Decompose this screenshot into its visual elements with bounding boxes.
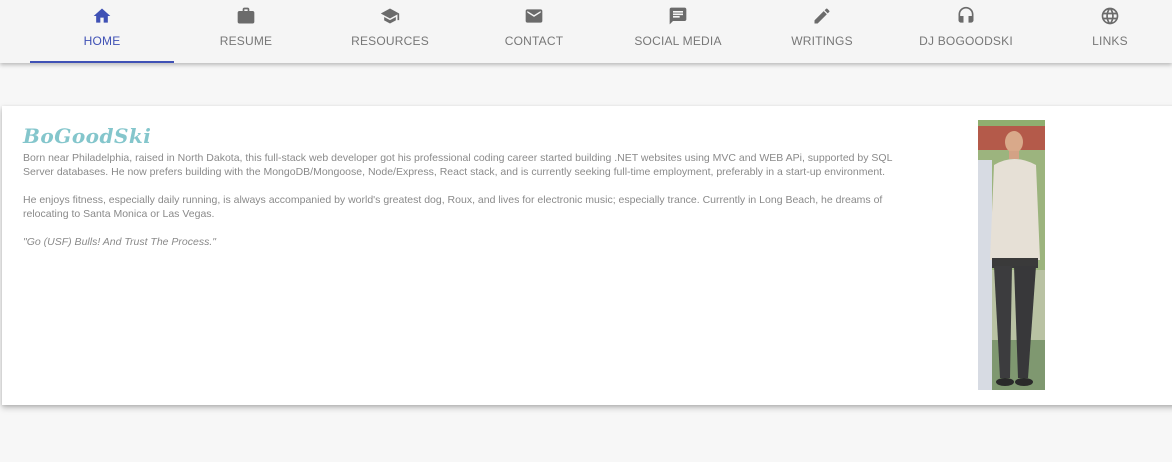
tab-home[interactable]: HOME — [30, 0, 174, 63]
top-navigation-bar: HOME RESUME RESOURCES CONTACT SOCIAL MED… — [0, 0, 1172, 63]
briefcase-icon — [174, 5, 318, 27]
tab-writings-label: WRITINGS — [791, 34, 853, 48]
tab-contact[interactable]: CONTACT — [462, 0, 606, 63]
tab-resources-label: RESOURCES — [351, 34, 429, 48]
tab-home-label: HOME — [83, 34, 121, 48]
home-icon — [30, 5, 174, 27]
profile-photo — [978, 120, 1045, 390]
tab-dj-bogoodski-label: DJ BOGOODSKI — [919, 34, 1013, 48]
profile-card: BoGoodSki Born near Philadelphia, raised… — [2, 106, 1172, 405]
headphones-icon — [894, 5, 1038, 27]
profile-title: BoGoodSki — [23, 124, 152, 148]
tab-resume[interactable]: RESUME — [174, 0, 318, 63]
tab-resume-label: RESUME — [219, 34, 273, 48]
active-tab-indicator — [30, 61, 174, 63]
tab-links-label: LINKS — [1092, 34, 1128, 48]
mail-icon — [462, 5, 606, 27]
bio-paragraph: He enjoys fitness, especially daily runn… — [23, 194, 883, 220]
chat-icon — [606, 5, 750, 27]
profile-photo-illustration — [978, 120, 1045, 390]
tab-writings[interactable]: WRITINGS — [750, 0, 894, 63]
tab-links[interactable]: LINKS — [1038, 0, 1172, 63]
tab-resources[interactable]: RESOURCES — [318, 0, 462, 63]
bio-paragraph: Born near Philadelphia, raised in North … — [23, 152, 893, 178]
pencil-icon — [750, 5, 894, 27]
tab-social-media-label: SOCIAL MEDIA — [634, 34, 722, 48]
globe-icon — [1038, 5, 1172, 27]
tab-social-media[interactable]: SOCIAL MEDIA — [606, 0, 750, 63]
bio-quote: "Go (USF) Bulls! And Trust The Process." — [23, 236, 217, 248]
profile-bio: Born near Philadelphia, raised in North … — [23, 151, 903, 263]
graduation-cap-icon — [318, 5, 462, 27]
tab-dj-bogoodski[interactable]: DJ BOGOODSKI — [894, 0, 1038, 63]
tab-contact-label: CONTACT — [504, 34, 564, 48]
